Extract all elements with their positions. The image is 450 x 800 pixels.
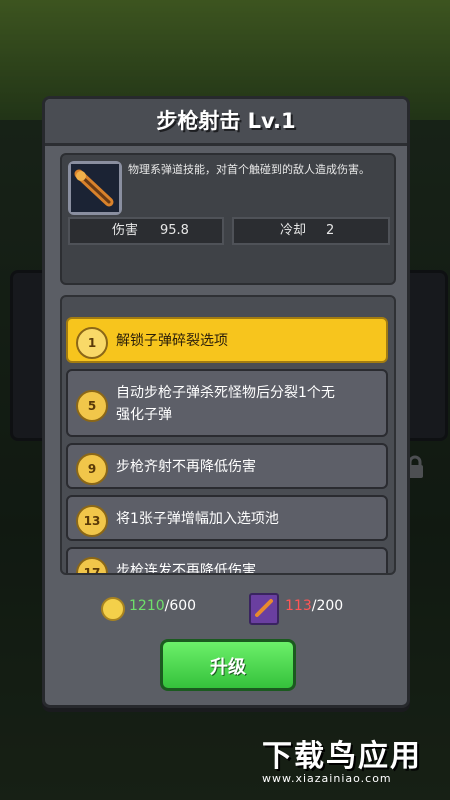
coin-cost: 1210/600 [129, 598, 196, 614]
watermark: 下载鸟应用 www.xiazainiao.com [262, 742, 446, 788]
upgrade-text: 将1张子弹增幅加入选项池 [116, 511, 279, 527]
upgrade-text: 解锁子弹碎裂选项 [116, 333, 228, 349]
coin-icon [101, 597, 125, 621]
damage-value: 95.8 [160, 223, 189, 238]
rifle-skill-icon [68, 161, 122, 215]
upgrade-button[interactable]: 升级 [160, 639, 296, 691]
upgrade-text: 步枪连发不再降低伤害 [116, 563, 256, 575]
level-badge-icon: 13 [76, 505, 108, 537]
damage-label: 伤害 [112, 223, 139, 238]
skill-info-box: 物理系弹道技能，对首个触碰到的敌人造成伤害。 伤害 95.8 冷却 2 [60, 153, 396, 285]
watermark-text: 下载鸟应用 [262, 739, 422, 774]
upgrade-list[interactable]: 1 解锁子弹碎裂选项 5 自动步枪子弹杀死怪物后分裂1个无强化子弹 9 步枪齐射… [60, 295, 396, 575]
upgrade-text: 步枪齐射不再降低伤害 [116, 459, 256, 475]
skill-description: 物理系弹道技能，对首个触碰到的敌人造成伤害。 [128, 163, 370, 176]
upgrade-item-13[interactable]: 13 将1张子弹增幅加入选项池 [66, 495, 388, 541]
skill-book-icon [249, 593, 279, 625]
cooldown-value: 2 [326, 223, 335, 238]
books-have: 113 [285, 598, 312, 614]
upgrade-text: 自动步枪子弹杀死怪物后分裂1个无强化子弹 [116, 385, 335, 423]
upgrade-cost: 1210/600 113/200 [45, 593, 407, 625]
level-badge-icon: 9 [76, 453, 108, 485]
dialog-title: 步枪射击 Lv.1 [45, 99, 407, 146]
books-need: /200 [311, 598, 344, 614]
upgrade-item-9[interactable]: 9 步枪齐射不再降低伤害 [66, 443, 388, 489]
level-badge-icon: 5 [76, 390, 108, 422]
upgrade-item-1[interactable]: 1 解锁子弹碎裂选项 [66, 317, 388, 363]
coins-have: 1210 [129, 598, 165, 614]
level-badge-icon: 17 [76, 557, 108, 573]
level-badge-icon: 1 [76, 327, 108, 359]
upgrade-item-5[interactable]: 5 自动步枪子弹杀死怪物后分裂1个无强化子弹 [66, 369, 388, 437]
damage-stat: 伤害 95.8 [68, 217, 224, 245]
cooldown-label: 冷却 [280, 223, 307, 238]
book-cost: 113/200 [285, 598, 343, 614]
coins-need: /600 [164, 598, 197, 614]
upgrade-item-17[interactable]: 17 步枪连发不再降低伤害 [66, 547, 388, 575]
cooldown-stat: 冷却 2 [232, 217, 390, 245]
skill-upgrade-dialog: 步枪射击 Lv.1 物理系弹道技能，对首个触碰到的敌人造成伤害。 伤害 95.8… [42, 96, 410, 708]
